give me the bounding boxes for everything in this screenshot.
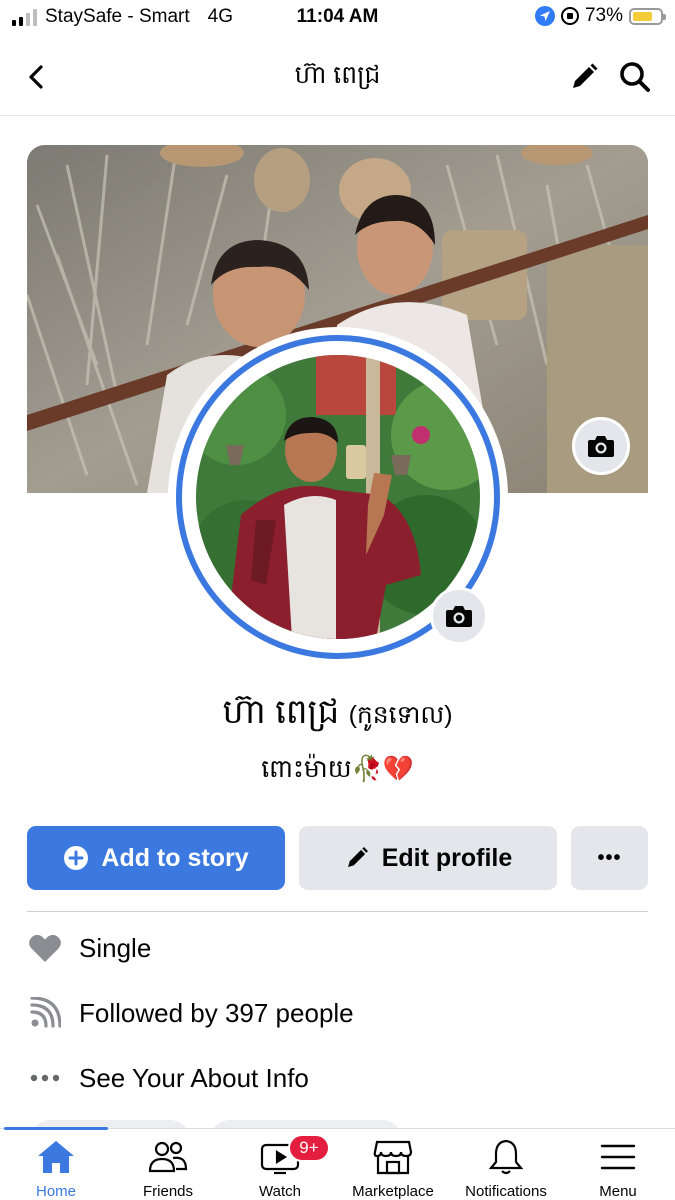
camera-icon: [446, 606, 472, 627]
menu-icon: [562, 1137, 674, 1177]
tab-menu-label: Menu: [599, 1183, 637, 1200]
tab-notifications[interactable]: Notifications: [450, 1129, 562, 1200]
edit-button[interactable]: [563, 56, 605, 98]
bottom-tab-bar: Home Friends Watch 9+ Marketplace Notifi…: [0, 1127, 675, 1200]
watch-notification-badge: 9+: [288, 1134, 330, 1162]
followers-text: Followed by 397 people: [79, 997, 354, 1028]
about-info-text: See Your About Info: [79, 1062, 309, 1093]
orientation-lock-icon: [560, 7, 579, 25]
about-info-row[interactable]: See Your About Info: [27, 1055, 648, 1101]
home-icon: [0, 1137, 112, 1177]
status-bar: StaySafe - Smart 4G 11:04 AM 73%: [0, 0, 675, 36]
profile-actions: Add to story Edit profile •••: [27, 826, 648, 890]
pencil-icon: [347, 847, 368, 867]
avatar-camera-button[interactable]: [430, 587, 488, 645]
tab-notifications-label: Notifications: [465, 1183, 547, 1200]
more-options-button[interactable]: •••: [571, 826, 648, 890]
profile-nickname: (កូនទោល): [348, 701, 453, 729]
tab-home-label: Home: [35, 1183, 76, 1200]
cover-camera-button[interactable]: [572, 417, 630, 475]
add-to-story-label: Add to story: [101, 843, 249, 872]
more-dots-icon: •••: [597, 846, 622, 869]
profile-picture[interactable]: [168, 327, 508, 667]
tab-home[interactable]: Home: [0, 1129, 112, 1200]
camera-icon: [588, 436, 614, 457]
plus-circle-icon: [64, 846, 89, 870]
tab-marketplace[interactable]: Marketplace: [337, 1129, 449, 1200]
tab-friends-label: Friends: [142, 1183, 194, 1200]
search-button[interactable]: [614, 56, 656, 98]
tab-menu[interactable]: Menu: [562, 1129, 674, 1200]
battery-percent: 73%: [584, 5, 623, 26]
pencil-icon: [573, 63, 598, 88]
relationship-row[interactable]: Single: [27, 925, 648, 971]
tab-watch-label: Watch: [259, 1183, 301, 1200]
profile-name-text: ហ៊ា ពេជ្រ: [222, 693, 340, 731]
search-icon: [620, 62, 650, 92]
followers-row[interactable]: Followed by 397 people: [27, 990, 648, 1036]
top-header: ហ៊ា ពេជ្រ: [0, 38, 675, 116]
friends-icon: [112, 1137, 224, 1177]
ellipsis-icon: [27, 1060, 63, 1096]
section-divider: [27, 911, 648, 912]
heart-icon: [27, 930, 63, 966]
tab-friends[interactable]: Friends: [112, 1129, 224, 1200]
edit-profile-label: Edit profile: [381, 843, 513, 872]
status-right: 73%: [534, 5, 666, 27]
rss-icon: [27, 995, 63, 1031]
battery-level: [633, 11, 652, 21]
add-to-story-button[interactable]: Add to story: [27, 826, 285, 890]
relationship-text: Single: [79, 932, 152, 963]
edit-profile-button[interactable]: Edit profile: [299, 826, 557, 890]
location-icon: [534, 6, 555, 26]
profile-name: ហ៊ា ពេជ្រ (កូនទោល): [0, 690, 675, 740]
profile-bio: ពោះម៉ាយ🥀💔: [261, 755, 414, 783]
tab-marketplace-label: Marketplace: [352, 1183, 434, 1200]
shop-icon: [337, 1137, 449, 1177]
battery-icon: [629, 7, 666, 25]
bell-icon: [450, 1137, 562, 1177]
profile-screen: StaySafe - Smart 4G 11:04 AM 73% ហ៊ា ពេជ…: [0, 0, 675, 1200]
